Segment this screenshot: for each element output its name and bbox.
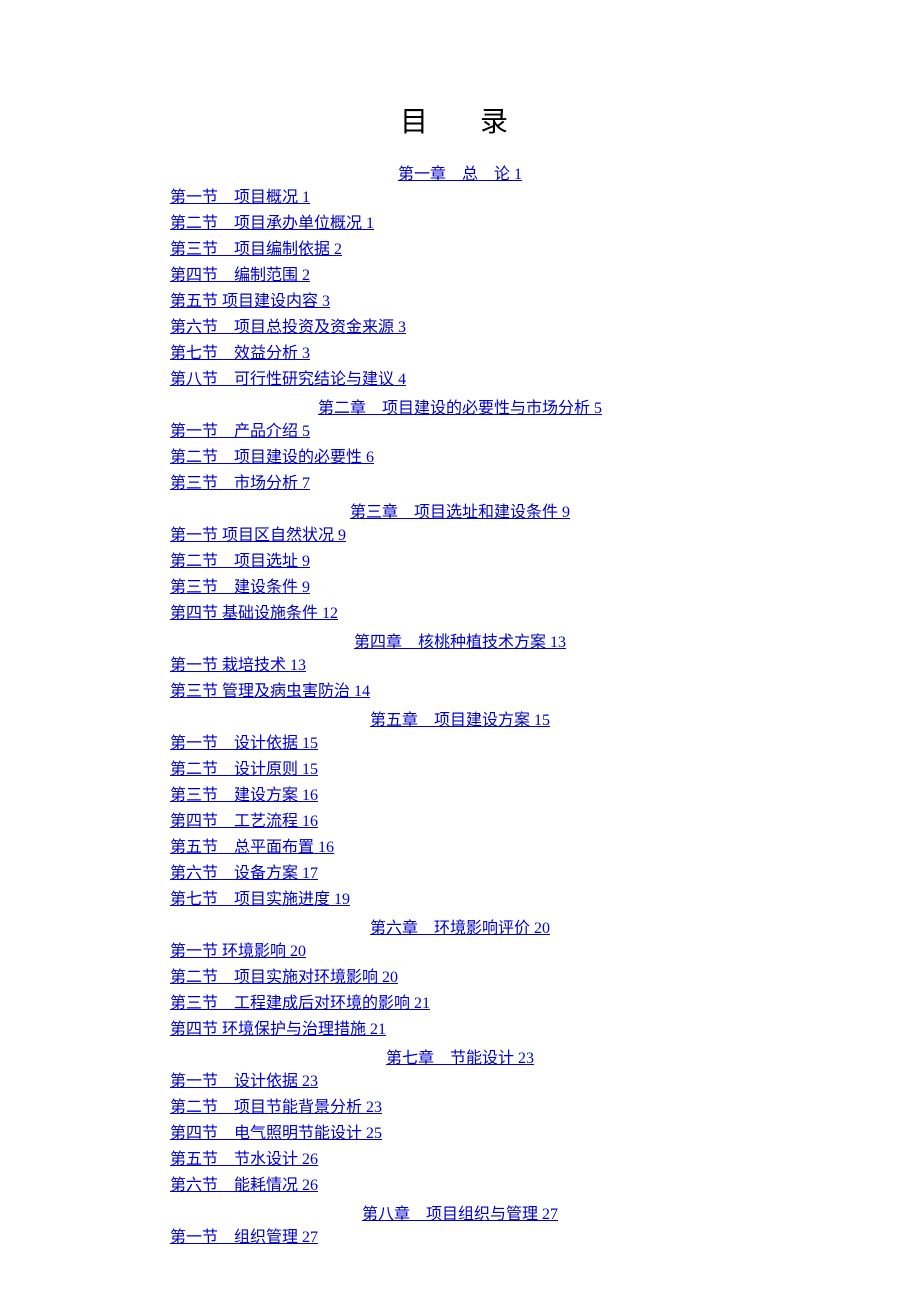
toc-link[interactable]: 第六节 能耗情况 26 <box>170 1177 318 1194</box>
toc-section: 第一节 产品介绍 5 <box>170 420 750 444</box>
toc-link[interactable]: 第一节 栽培技术 13 <box>170 657 306 674</box>
toc-link[interactable]: 第八节 可行性研究结论与建议 4 <box>170 371 406 388</box>
toc-section: 第六节 项目总投资及资金来源 3 <box>170 316 750 340</box>
toc-section: 第四节 电气照明节能设计 25 <box>170 1122 750 1146</box>
toc-link[interactable]: 第三节 市场分析 7 <box>170 475 310 492</box>
toc-section: 第四节 基础设施条件 12 <box>170 602 750 626</box>
toc-link[interactable]: 第三节 工程建成后对环境的影响 21 <box>170 995 430 1012</box>
toc-section: 第一节 设计依据 23 <box>170 1070 750 1094</box>
toc-link[interactable]: 第一节 产品介绍 5 <box>170 423 310 440</box>
toc-link[interactable]: 第八章 项目组织与管理 27 <box>362 1206 558 1223</box>
toc-link[interactable]: 第七节 项目实施进度 19 <box>170 891 350 908</box>
page-title: 目 录 <box>170 100 750 140</box>
toc-link[interactable]: 第四章 核桃种植技术方案 13 <box>354 634 566 651</box>
toc-section: 第三节 管理及病虫害防治 14 <box>170 680 750 704</box>
toc-section: 第一节 项目概况 1 <box>170 186 750 210</box>
toc-section: 第三节 建设方案 16 <box>170 784 750 808</box>
toc-link[interactable]: 第四节 环境保护与治理措施 21 <box>170 1021 386 1038</box>
toc-section: 第三节 市场分析 7 <box>170 472 750 496</box>
toc-section: 第六节 设备方案 17 <box>170 862 750 886</box>
toc-section: 第六节 能耗情况 26 <box>170 1174 750 1198</box>
toc-section: 第一节 组织管理 27 <box>170 1226 750 1250</box>
table-of-contents: 第一章 总 论 1 第一节 项目概况 1 第二节 项目承办单位概况 1 第三节 项目编… <box>170 160 750 1250</box>
toc-chapter: 第一章 总 论 1 <box>170 160 750 184</box>
toc-section: 第二节 设计原则 15 <box>170 758 750 782</box>
toc-section: 第四节 编制范围 2 <box>170 264 750 288</box>
toc-link[interactable]: 第一章 总 论 1 <box>398 166 522 183</box>
toc-section: 第八节 可行性研究结论与建议 4 <box>170 368 750 392</box>
toc-section: 第四节 工艺流程 16 <box>170 810 750 834</box>
toc-section: 第三节 项目编制依据 2 <box>170 238 750 262</box>
toc-section: 第三节 工程建成后对环境的影响 21 <box>170 992 750 1016</box>
toc-section: 第五节 总平面布置 16 <box>170 836 750 860</box>
toc-section: 第七节 效益分析 3 <box>170 342 750 366</box>
toc-link[interactable]: 第一节 环境影响 20 <box>170 943 306 960</box>
toc-link[interactable]: 第一节 项目区自然状况 9 <box>170 527 346 544</box>
toc-link[interactable]: 第四节 基础设施条件 12 <box>170 605 338 622</box>
toc-section: 第一节 设计依据 15 <box>170 732 750 756</box>
toc-link[interactable]: 第三节 管理及病虫害防治 14 <box>170 683 370 700</box>
toc-link[interactable]: 第二章 项目建设的必要性与市场分析 5 <box>318 400 602 417</box>
toc-section: 第二节 项目建设的必要性 6 <box>170 446 750 470</box>
toc-section: 第二节 项目承办单位概况 1 <box>170 212 750 236</box>
toc-link[interactable]: 第七节 效益分析 3 <box>170 345 310 362</box>
toc-link[interactable]: 第七章 节能设计 23 <box>386 1050 534 1067</box>
toc-link[interactable]: 第二节 项目承办单位概况 1 <box>170 215 374 232</box>
toc-section: 第二节 项目实施对环境影响 20 <box>170 966 750 990</box>
toc-chapter: 第七章 节能设计 23 <box>170 1044 750 1068</box>
toc-chapter: 第二章 项目建设的必要性与市场分析 5 <box>170 394 750 418</box>
toc-link[interactable]: 第四节 电气照明节能设计 25 <box>170 1125 382 1142</box>
toc-link[interactable]: 第三节 项目编制依据 2 <box>170 241 342 258</box>
toc-link[interactable]: 第一节 项目概况 1 <box>170 189 310 206</box>
toc-link[interactable]: 第五节 项目建设内容 3 <box>170 293 330 310</box>
toc-link[interactable]: 第六节 设备方案 17 <box>170 865 318 882</box>
toc-chapter: 第五章 项目建设方案 15 <box>170 706 750 730</box>
toc-section: 第五节 节水设计 26 <box>170 1148 750 1172</box>
toc-chapter: 第三章 项目选址和建设条件 9 <box>170 498 750 522</box>
toc-section: 第五节 项目建设内容 3 <box>170 290 750 314</box>
toc-section: 第一节 项目区自然状况 9 <box>170 524 750 548</box>
toc-section: 第一节 栽培技术 13 <box>170 654 750 678</box>
toc-link[interactable]: 第二节 设计原则 15 <box>170 761 318 778</box>
toc-chapter: 第八章 项目组织与管理 27 <box>170 1200 750 1224</box>
toc-link[interactable]: 第一节 组织管理 27 <box>170 1229 318 1246</box>
toc-chapter: 第四章 核桃种植技术方案 13 <box>170 628 750 652</box>
toc-link[interactable]: 第四节 编制范围 2 <box>170 267 310 284</box>
toc-section: 第四节 环境保护与治理措施 21 <box>170 1018 750 1042</box>
toc-link[interactable]: 第五章 项目建设方案 15 <box>370 712 550 729</box>
toc-link[interactable]: 第三章 项目选址和建设条件 9 <box>350 504 570 521</box>
toc-link[interactable]: 第二节 项目建设的必要性 6 <box>170 449 374 466</box>
toc-link[interactable]: 第六节 项目总投资及资金来源 3 <box>170 319 406 336</box>
toc-section: 第三节 建设条件 9 <box>170 576 750 600</box>
toc-link[interactable]: 第四节 工艺流程 16 <box>170 813 318 830</box>
toc-link[interactable]: 第六章 环境影响评价 20 <box>370 920 550 937</box>
toc-link[interactable]: 第五节 总平面布置 16 <box>170 839 334 856</box>
toc-link[interactable]: 第一节 设计依据 15 <box>170 735 318 752</box>
toc-link[interactable]: 第一节 设计依据 23 <box>170 1073 318 1090</box>
toc-link[interactable]: 第三节 建设方案 16 <box>170 787 318 804</box>
toc-link[interactable]: 第三节 建设条件 9 <box>170 579 310 596</box>
toc-link[interactable]: 第二节 项目实施对环境影响 20 <box>170 969 398 986</box>
toc-section: 第七节 项目实施进度 19 <box>170 888 750 912</box>
toc-link[interactable]: 第二节 项目选址 9 <box>170 553 310 570</box>
toc-link[interactable]: 第五节 节水设计 26 <box>170 1151 318 1168</box>
toc-section: 第二节 项目选址 9 <box>170 550 750 574</box>
toc-section: 第二节 项目节能背景分析 23 <box>170 1096 750 1120</box>
toc-chapter: 第六章 环境影响评价 20 <box>170 914 750 938</box>
toc-link[interactable]: 第二节 项目节能背景分析 23 <box>170 1099 382 1116</box>
toc-section: 第一节 环境影响 20 <box>170 940 750 964</box>
